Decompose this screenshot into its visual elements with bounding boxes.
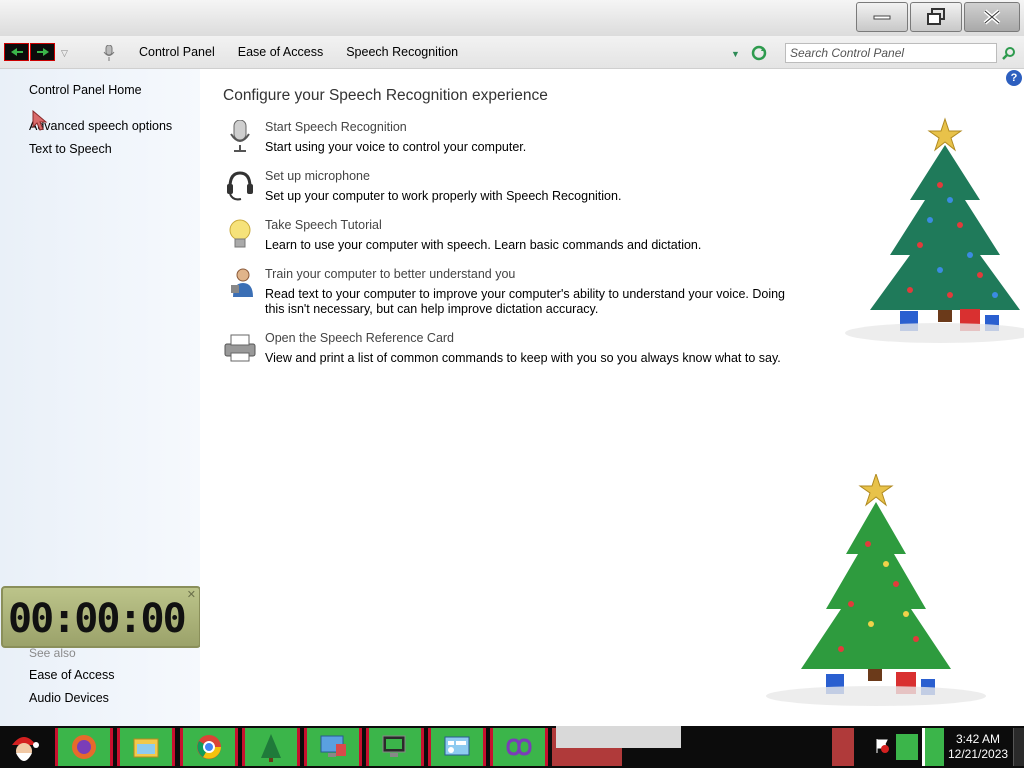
monitor-icon[interactable]	[366, 728, 424, 766]
forward-arrow-icon	[36, 48, 49, 56]
train-computer-link[interactable]: Train your computer to better understand…	[265, 267, 515, 281]
nav-buttons	[4, 43, 55, 61]
santa-start-icon[interactable]	[2, 727, 46, 767]
see-also-heading: See also	[29, 646, 76, 660]
christmas-tree-decoration	[845, 117, 1024, 343]
computer-icon[interactable]	[304, 728, 362, 766]
christmas-tree-icon[interactable]	[242, 728, 300, 766]
text-to-speech-link[interactable]: Text to Speech	[29, 142, 112, 156]
forward-button[interactable]	[30, 43, 55, 61]
task-description: Learn to use your computer with speech. …	[265, 238, 702, 252]
breadcrumb-speech-recognition[interactable]: Speech Recognition	[346, 45, 458, 59]
action-center-flag-icon[interactable]	[874, 738, 890, 757]
control-panel-icon[interactable]	[428, 728, 486, 766]
firefox-icon[interactable]	[55, 728, 113, 766]
see-also-audio-devices-link[interactable]: Audio Devices	[29, 691, 109, 705]
clock-close-icon[interactable]: ✕	[187, 588, 196, 601]
minimize-icon	[873, 15, 891, 20]
breadcrumb-ease-of-access[interactable]: Ease of Access	[238, 45, 323, 59]
breadcrumb-control-panel[interactable]: Control Panel	[139, 45, 215, 59]
microphone-icon	[223, 119, 257, 154]
network-icon[interactable]	[896, 734, 918, 760]
refresh-button[interactable]	[751, 45, 767, 64]
task-set-up-microphone: Set up microphone Set up your computer t…	[223, 169, 823, 209]
mouse-cursor-icon	[31, 109, 49, 135]
address-bar: ▽ Control Panel Ease of Access Speech Re…	[0, 36, 1024, 69]
task-description: Set up your computer to work properly wi…	[265, 189, 622, 203]
volume-icon[interactable]	[922, 728, 944, 766]
printer-icon	[223, 331, 257, 365]
back-button[interactable]	[4, 43, 29, 61]
task-train-computer: Train your computer to better understand…	[223, 267, 823, 321]
christmas-tree-decoration	[766, 474, 986, 706]
clock-display: 00:00:00	[8, 596, 187, 642]
clock-date: 12/21/2023	[948, 747, 1009, 761]
control-panel-home-link[interactable]: Control Panel Home	[29, 83, 142, 97]
headset-icon	[223, 169, 257, 203]
take-speech-tutorial-link[interactable]: Take Speech Tutorial	[265, 218, 382, 232]
address-dropdown[interactable]: ▼	[731, 49, 740, 59]
help-button[interactable]: ?	[1006, 70, 1022, 86]
task-description: Read text to your computer to improve yo…	[265, 287, 786, 316]
back-arrow-icon	[10, 48, 23, 56]
advanced-speech-options-link[interactable]: Advanced speech options	[29, 119, 172, 133]
infinity-icon[interactable]	[490, 728, 548, 766]
task-start-speech-recognition: Start Speech Recognition Start using you…	[223, 119, 823, 160]
lightbulb-icon	[223, 218, 257, 252]
help-icon: ?	[1010, 72, 1018, 84]
close-button[interactable]	[964, 2, 1020, 32]
page-title: Configure your Speech Recognition experi…	[223, 87, 548, 104]
see-also-ease-of-access-link[interactable]: Ease of Access	[29, 668, 114, 682]
user-training-icon	[223, 267, 257, 301]
close-icon	[983, 9, 1001, 25]
task-take-speech-tutorial: Take Speech Tutorial Learn to use your c…	[223, 218, 823, 258]
speech-recognition-icon	[103, 44, 115, 64]
taskbar-thumbnail	[556, 726, 681, 748]
restore-button[interactable]	[910, 2, 962, 32]
breadcrumb: Control Panel Ease of Access Speech Reco…	[139, 45, 458, 59]
main-content: Configure your Speech Recognition experi…	[200, 69, 1024, 726]
taskbar: 3:42 AM 12/21/2023	[0, 726, 1024, 768]
open-speech-reference-card-link[interactable]: Open the Speech Reference Card	[265, 331, 454, 345]
task-description: View and print a list of common commands…	[265, 351, 781, 365]
set-up-microphone-link[interactable]: Set up microphone	[265, 169, 370, 183]
window-controls	[856, 2, 1020, 32]
show-hidden-icons-button[interactable]	[832, 728, 854, 766]
task-description: Start using your voice to control your c…	[265, 140, 527, 154]
minimize-button[interactable]	[856, 2, 908, 32]
left-nav-pane: Control Panel Home Advanced speech optio…	[0, 69, 201, 726]
start-speech-recognition-link[interactable]: Start Speech Recognition	[265, 120, 407, 134]
title-bar	[0, 0, 1024, 36]
recent-pages-dropdown[interactable]: ▽	[61, 48, 68, 59]
clock-time: 3:42 AM	[955, 732, 1001, 746]
search-input[interactable]: Search Control Panel	[785, 43, 997, 63]
restore-icon	[927, 8, 945, 25]
chrome-icon[interactable]	[180, 728, 238, 766]
search-button[interactable]	[1002, 46, 1016, 63]
refresh-icon	[751, 45, 767, 61]
search-icon	[1002, 47, 1015, 60]
system-clock[interactable]: 3:42 AM 12/21/2023	[948, 732, 1008, 762]
file-explorer-icon[interactable]	[117, 728, 175, 766]
show-desktop-button[interactable]	[1013, 728, 1024, 766]
task-speech-reference-card: Open the Speech Reference Card View and …	[223, 331, 823, 371]
clock-widget[interactable]: 00:00:00 ✕	[1, 586, 201, 648]
